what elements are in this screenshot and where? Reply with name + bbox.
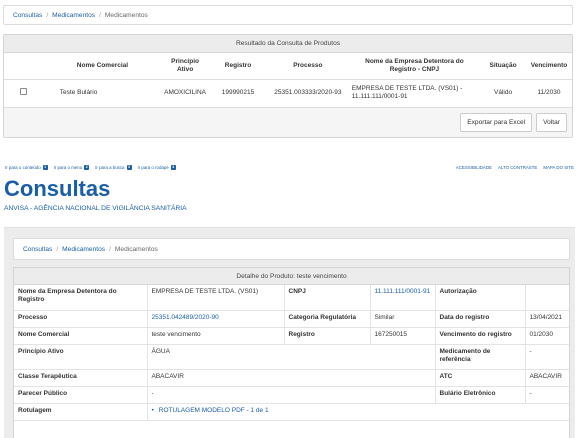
value-principio-ativo: ÁGUA (147, 344, 436, 370)
value-atc: ABACAVIR (525, 369, 571, 387)
column-header-nome-comercial[interactable]: Nome Comercial (43, 53, 162, 80)
product-detail-title: Detalhe do Produto: teste vencimento (14, 268, 569, 285)
detail-row: Nome da Empresa Detentora do Registro EM… (14, 285, 571, 311)
skip-to-footer-link[interactable]: Ir para o rodapé 4 (138, 164, 176, 170)
value-data-registro: 13/04/2021 (525, 310, 571, 328)
breadcrumb-separator: / (56, 245, 59, 253)
label-classe-terapeutica: Classe Terapêutica (14, 369, 148, 387)
breadcrumb-link-medicamentos[interactable]: Medicamentos (52, 12, 95, 19)
back-button[interactable]: Voltar (536, 113, 567, 132)
site-subtitle: ANVISA - AGÊNCIA NACIONAL DE VIGILÂNCIA … (4, 205, 187, 212)
breadcrumb-current: Medicamentos (104, 11, 148, 19)
breadcrumb-separator: / (99, 11, 101, 19)
breadcrumb-current: Medicamentos (114, 245, 158, 253)
row-checkbox[interactable] (20, 88, 28, 96)
skip-to-content-link[interactable]: Ir para o conteúdo 1 (5, 164, 48, 170)
cell-vencimento: 11/2030 (537, 89, 561, 97)
column-header-processo[interactable]: Processo (266, 53, 349, 80)
cell-empresa: EMPRESA DE TESTE LTDA. (VS01) - 11.111.1… (351, 85, 463, 101)
high-contrast-link[interactable]: ALTO CONTRASTE (498, 165, 537, 170)
accessibility-options: ACESSIBILIDADE ALTO CONTRASTE MAPA DO SI… (456, 165, 574, 170)
breadcrumb-separator: / (109, 245, 111, 253)
export-excel-button[interactable]: Exportar para Excel (460, 113, 533, 132)
shortcut-key-badge: 4 (170, 164, 176, 170)
results-table: Nome Comercial Princípio Ativo Registro … (4, 53, 572, 107)
label-parecer-publico: Parecer Público (14, 386, 148, 404)
value-empresa: EMPRESA DE TESTE LTDA. (VS01) (147, 285, 285, 311)
content-area: Consultas / Medicamentos / Medicamentos … (4, 227, 575, 438)
breadcrumb-link-consultas[interactable]: Consultas (23, 246, 52, 253)
detail-row: Nome Comercial teste vencimento Registro… (14, 327, 571, 345)
detail-row: Processo 25351.042489/2020-90 Categoria … (14, 310, 571, 328)
value-parecer-publico: - (147, 386, 436, 404)
detail-row: Princípio Ativo ÁGUA Medicamento de refe… (14, 344, 571, 370)
accessibility-bar: Ir para o conteúdo 1 Ir para o menu 2 Ir p… (0, 162, 579, 172)
skip-links: Ir para o conteúdo 1 Ir para o menu 2 Ir p… (5, 164, 176, 170)
value-autorizacao (525, 285, 571, 311)
column-header-principio-ativo[interactable]: Princípio Ativo (161, 53, 210, 80)
label-rotulagem: Rotulagem (14, 403, 148, 421)
value-registro: 167250015 (370, 327, 436, 345)
row-select-cell (4, 79, 44, 107)
value-classe-terapeutica: ABACAVIR (147, 369, 436, 387)
label-empresa: Nome da Empresa Detentora do Registro (14, 285, 148, 311)
label-bulario-eletronico: Bulário Eletrônico (435, 386, 526, 404)
breadcrumb-separator: / (46, 11, 49, 19)
label-nome-comercial: Nome Comercial (14, 327, 148, 345)
label-cnpj: CNPJ (284, 285, 371, 311)
cell-processo: 25351.003333/2020-93 (274, 89, 342, 97)
label-categoria: Categoria Regulatória (284, 310, 371, 328)
breadcrumb: Consultas / Medicamentos / Medicamentos (3, 5, 573, 25)
value-bulario-eletronico: - (525, 386, 571, 404)
select-column-header (4, 53, 44, 80)
breadcrumb-link-medicamentos[interactable]: Medicamentos (62, 246, 105, 253)
cell-registro: 199990215 (221, 89, 255, 97)
label-vencimento-registro: Vencimento do registro (435, 327, 526, 345)
breadcrumb-link-consultas[interactable]: Consultas (13, 12, 42, 19)
rotulagem-pdf-link[interactable]: ROTULAGEM MODELO PDF - 1 de 1 (152, 407, 269, 414)
site-title[interactable]: Consultas (4, 176, 110, 202)
product-detail-panel: Detalhe do Produto: teste vencimento Nom… (13, 267, 571, 438)
column-header-situacao[interactable]: Situação (480, 53, 526, 80)
label-autorizacao: Autorização (435, 285, 526, 311)
detail-row: Rotulagem ROTULAGEM MODELO PDF - 1 de 1 (14, 403, 571, 421)
table-header-row: Nome Comercial Princípio Ativo Registro … (4, 53, 572, 80)
results-panel: Resultado da Consulta de Produtos Nome C… (3, 34, 573, 138)
shortcut-key-badge: 3 (126, 164, 132, 170)
value-categoria: Similar (370, 310, 436, 328)
product-detail-table: Nome da Empresa Detentora do Registro EM… (14, 285, 571, 421)
results-title: Resultado da Consulta de Produtos (4, 35, 572, 53)
results-footer: Exportar para Excel Voltar (4, 107, 572, 137)
label-atc: ATC (435, 369, 526, 387)
sitemap-link[interactable]: MAPA DO SITE (543, 165, 574, 170)
column-header-empresa[interactable]: Nome da Empresa Detentora do Registro - … (348, 53, 481, 80)
column-header-vencimento[interactable]: Vencimento (525, 53, 572, 80)
column-header-registro[interactable]: Registro (209, 53, 267, 80)
cell-situacao: Válido (493, 89, 513, 97)
label-processo: Processo (14, 310, 148, 328)
cell-nome-comercial[interactable]: Teste Bulário (44, 79, 161, 107)
value-medicamento-referencia: - (525, 344, 571, 370)
detail-row: Parecer Público - Bulário Eletrônico - (14, 386, 571, 404)
value-vencimento-registro: 01/2030 (525, 327, 571, 345)
value-cnpj-link[interactable]: 11.111.111/0001-91 (375, 288, 431, 295)
label-principio-ativo: Princípio Ativo (14, 344, 148, 370)
shortcut-key-badge: 1 (42, 164, 48, 170)
value-processo-link[interactable]: 25351.042489/2020-90 (152, 314, 219, 321)
table-row[interactable]: Teste Bulário AMOXICILINA 199990215 2535… (4, 79, 572, 107)
cell-principio-ativo: AMOXICILINA (164, 89, 207, 97)
label-registro: Registro (284, 327, 371, 345)
breadcrumb: Consultas / Medicamentos / Medicamentos (13, 238, 570, 260)
detail-row: Classe Terapêutica ABACAVIR ATC ABACAVIR (14, 369, 571, 387)
value-nome-comercial: teste vencimento (147, 327, 285, 345)
skip-to-search-link[interactable]: Ir para a busca 3 (95, 164, 132, 170)
shortcut-key-badge: 2 (84, 164, 90, 170)
label-data-registro: Data do registro (435, 310, 526, 328)
skip-to-menu-link[interactable]: Ir para o menu 2 (54, 164, 90, 170)
label-medicamento-referencia: Medicamento de referência (435, 344, 526, 370)
accessibility-link[interactable]: ACESSIBILIDADE (456, 165, 492, 170)
